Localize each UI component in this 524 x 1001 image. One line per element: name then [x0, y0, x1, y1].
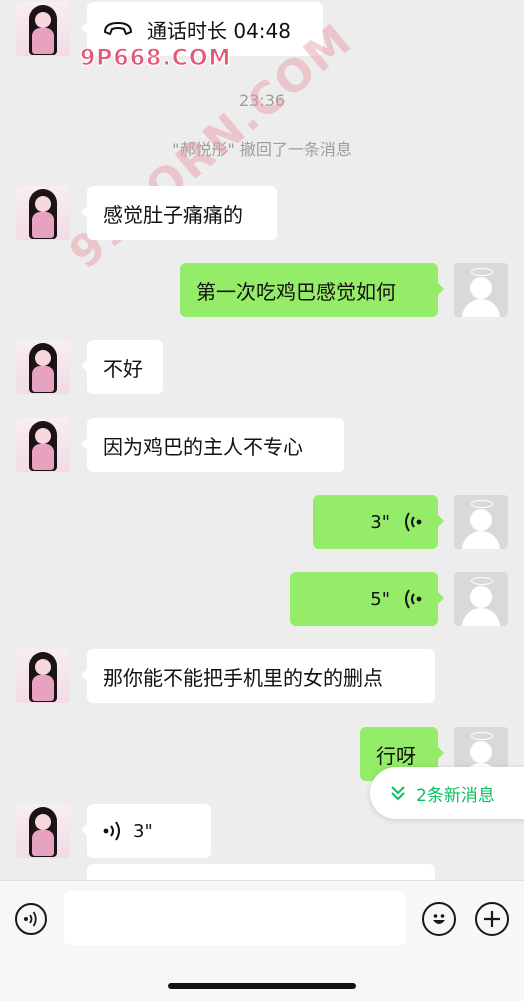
self-avatar[interactable]	[454, 495, 508, 549]
message-row: 因为鸡巴的主人不专心	[0, 418, 524, 472]
outgoing-voice-message[interactable]: 5"	[290, 572, 444, 626]
message-row: 5"	[0, 572, 524, 626]
new-messages-button[interactable]: 2条新消息	[370, 767, 524, 819]
self-avatar[interactable]	[454, 572, 508, 626]
incoming-message[interactable]: 那你能不能把手机里的女的删点	[81, 649, 435, 703]
chat-area[interactable]: 通话时长 04:48 9P668.COM 23:36 "郝悦彤" 撤回了一条消息…	[0, 0, 524, 880]
incoming-voice-message[interactable]: 3"	[81, 804, 211, 858]
plus-button[interactable]	[475, 902, 509, 936]
message-row: 不好	[0, 340, 524, 394]
message-row: 感觉肚子痛痛的	[0, 186, 524, 240]
message-row: 通话时长 04:48	[0, 2, 524, 56]
outgoing-voice-message[interactable]: 3"	[313, 495, 444, 549]
voice-mode-button[interactable]	[15, 903, 47, 935]
outgoing-message[interactable]: 第一次吃鸡巴感觉如何	[180, 263, 444, 317]
message-row: 那你能不能把手机里的女的删点	[0, 649, 524, 703]
call-duration-text: 通话时长 04:48	[147, 18, 291, 43]
plus-icon	[484, 911, 500, 927]
new-messages-label: 2条新消息	[416, 785, 495, 806]
contact-avatar[interactable]	[16, 418, 70, 472]
emoji-icon	[433, 914, 445, 924]
home-indicator[interactable]	[168, 983, 356, 989]
contact-avatar[interactable]	[16, 2, 70, 56]
message-input[interactable]	[64, 891, 406, 945]
message-row: 第一次吃鸡巴感觉如何	[0, 263, 524, 317]
voice-duration: 3"	[133, 820, 153, 842]
contact-avatar[interactable]	[16, 340, 70, 394]
message-row: 3"	[0, 495, 524, 549]
double-chevron-down-icon	[391, 786, 405, 801]
contact-avatar[interactable]	[16, 649, 70, 703]
voice-wave-icon	[103, 821, 120, 841]
incoming-message[interactable]: 不好	[81, 340, 163, 394]
contact-avatar[interactable]	[16, 804, 70, 858]
emoji-button[interactable]	[422, 902, 456, 936]
voice-mode-icon	[24, 911, 37, 927]
voice-duration: 3"	[370, 511, 390, 533]
self-avatar[interactable]	[454, 263, 508, 317]
watermark-text: 9P668.COM	[79, 46, 232, 72]
voice-wave-icon	[405, 589, 422, 609]
contact-avatar[interactable]	[16, 186, 70, 240]
incoming-message-partial[interactable]	[87, 864, 435, 880]
recall-notice: "郝悦彤" 撤回了一条消息	[172, 140, 352, 159]
phone-icon	[104, 22, 132, 35]
voice-wave-icon	[405, 512, 422, 532]
incoming-message[interactable]: 感觉肚子痛痛的	[81, 186, 277, 240]
voice-duration: 5"	[370, 588, 390, 610]
incoming-message[interactable]: 因为鸡巴的主人不专心	[81, 418, 344, 472]
